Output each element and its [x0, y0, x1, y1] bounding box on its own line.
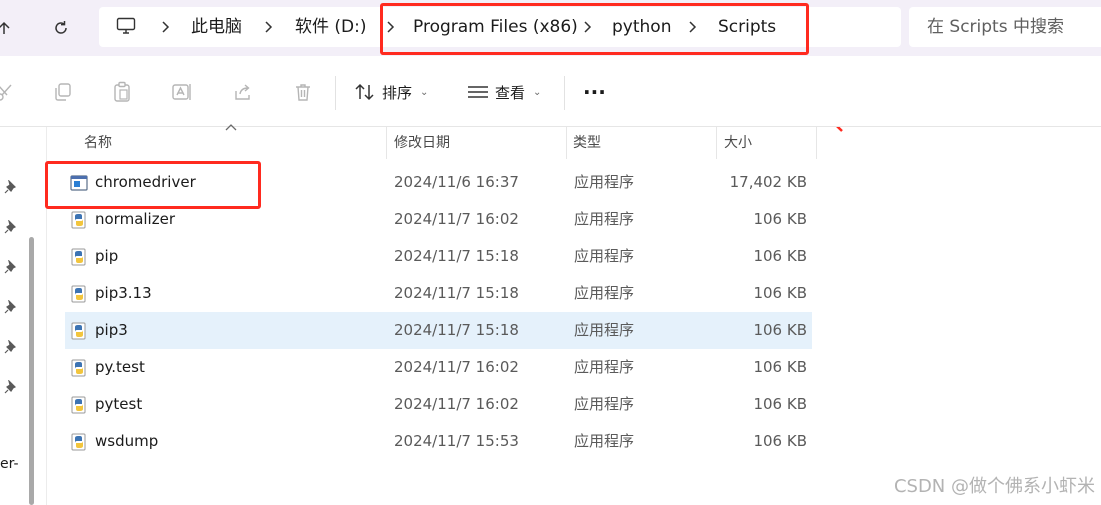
more-options-button[interactable]: ··· — [583, 78, 606, 106]
file-date: 2024/11/7 15:18 — [394, 284, 519, 302]
chevron-down-icon: ⌄ — [533, 86, 542, 98]
pin-icon[interactable] — [4, 340, 18, 354]
view-label: 查看 — [495, 83, 526, 102]
column-divider[interactable] — [386, 127, 387, 159]
search-input[interactable]: 在 Scripts 中搜索 — [927, 7, 1064, 47]
nav-scrollbar[interactable] — [29, 237, 34, 505]
file-type: 应用程序 — [574, 395, 635, 413]
chevron-down-icon: ⌄ — [420, 86, 429, 98]
file-size: 106 KB — [753, 210, 807, 228]
rename-icon[interactable] — [170, 80, 194, 104]
column-header-name[interactable]: 名称 — [84, 127, 112, 159]
pin-icon[interactable] — [4, 220, 18, 234]
python-file-icon — [71, 433, 86, 451]
sort-icon — [355, 83, 374, 101]
file-size: 106 KB — [753, 432, 807, 450]
column-header-type[interactable]: 类型 — [573, 127, 601, 159]
view-button[interactable]: 查看 ⌄ — [467, 78, 541, 106]
file-name: pytest — [95, 395, 143, 413]
toolbar-divider — [335, 76, 336, 110]
file-size: 106 KB — [753, 395, 807, 413]
file-type: 应用程序 — [574, 210, 635, 228]
file-date: 2024/11/6 16:37 — [394, 173, 519, 191]
file-size: 106 KB — [753, 321, 807, 339]
file-name: py.test — [95, 358, 145, 376]
annotation-highlight-box — [45, 161, 261, 209]
file-name: pip — [95, 247, 119, 265]
file-date: 2024/11/7 16:02 — [394, 395, 519, 413]
file-name: pip3 — [95, 321, 128, 339]
toolbar-divider — [564, 76, 565, 110]
search-box[interactable]: 在 Scripts 中搜索 — [909, 7, 1101, 47]
file-name: wsdump — [95, 432, 159, 450]
column-header-date[interactable]: 修改日期 — [394, 127, 450, 159]
python-file-icon — [71, 211, 86, 229]
computer-icon[interactable] — [116, 17, 136, 39]
file-row-pip3-13[interactable]: pip3.13 2024/11/7 15:18 应用程序 106 KB — [65, 275, 812, 312]
file-type: 应用程序 — [574, 358, 635, 376]
chevron-right-icon[interactable] — [159, 20, 171, 34]
file-row-pip[interactable]: pip 2024/11/7 15:18 应用程序 106 KB — [65, 238, 812, 275]
sort-ascending-icon — [225, 124, 237, 131]
chevron-right-icon[interactable] — [262, 20, 274, 34]
file-type: 应用程序 — [574, 284, 635, 302]
sort-label: 排序 — [382, 83, 413, 102]
paste-icon[interactable] — [110, 80, 134, 104]
annotation-highlight-box — [380, 3, 809, 55]
file-name: pip3.13 — [95, 284, 152, 302]
sort-button[interactable]: 排序 ⌄ — [354, 78, 428, 106]
breadcrumb-drive-d[interactable]: 软件 (D:) — [295, 7, 367, 47]
file-row-py-test[interactable]: py.test 2024/11/7 16:02 应用程序 106 KB — [65, 349, 812, 386]
up-arrow-icon[interactable] — [0, 14, 18, 42]
pin-icon[interactable] — [4, 380, 18, 394]
python-file-icon — [71, 396, 86, 414]
pin-icon[interactable] — [4, 300, 18, 314]
file-row-wsdump[interactable]: wsdump 2024/11/7 15:53 应用程序 106 KB — [65, 423, 812, 460]
pin-icon[interactable] — [4, 260, 18, 274]
cut-icon[interactable] — [0, 80, 16, 104]
file-date: 2024/11/7 15:18 — [394, 247, 519, 265]
column-header-row: 名称 修改日期 类型 大小 — [46, 127, 1101, 159]
column-divider[interactable] — [816, 127, 817, 159]
column-divider[interactable] — [566, 127, 567, 159]
file-type: 应用程序 — [574, 173, 635, 191]
share-icon[interactable] — [231, 80, 255, 104]
file-size: 106 KB — [753, 247, 807, 265]
command-bar: 排序 ⌄ 查看 ⌄ ··· — [0, 56, 1101, 127]
file-date: 2024/11/7 16:02 — [394, 358, 519, 376]
delete-icon[interactable] — [291, 80, 315, 104]
breadcrumb-this-pc[interactable]: 此电脑 — [191, 7, 242, 47]
file-row-pip3[interactable]: pip3 2024/11/7 15:18 应用程序 106 KB — [65, 312, 812, 349]
file-type: 应用程序 — [574, 247, 635, 265]
python-file-icon — [71, 322, 86, 340]
python-file-icon — [71, 248, 86, 266]
python-file-icon — [71, 285, 86, 303]
view-icon — [468, 86, 488, 98]
python-file-icon — [71, 359, 86, 377]
navigation-pane: er- — [0, 127, 47, 505]
file-size: 17,402 KB — [729, 173, 807, 191]
file-size: 106 KB — [753, 358, 807, 376]
file-row-pytest[interactable]: pytest 2024/11/7 16:02 应用程序 106 KB — [65, 386, 812, 423]
file-date: 2024/11/7 15:53 — [394, 432, 519, 450]
column-divider[interactable] — [716, 127, 717, 159]
file-date: 2024/11/7 16:02 — [394, 210, 519, 228]
column-header-size[interactable]: 大小 — [724, 127, 752, 159]
file-date: 2024/11/7 15:18 — [394, 321, 519, 339]
file-type: 应用程序 — [574, 321, 635, 339]
watermark: CSDN @做个佛系小虾米 — [893, 476, 1095, 497]
refresh-icon[interactable] — [47, 14, 75, 42]
file-size: 106 KB — [753, 284, 807, 302]
file-type: 应用程序 — [574, 432, 635, 450]
nav-item-partial[interactable]: er- — [0, 456, 19, 472]
copy-icon[interactable] — [51, 80, 75, 104]
pin-icon[interactable] — [4, 180, 18, 194]
